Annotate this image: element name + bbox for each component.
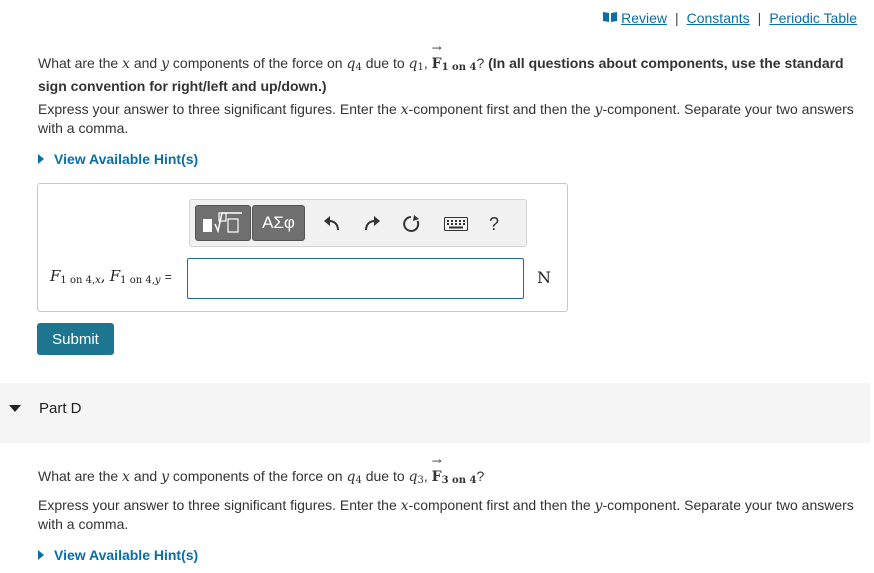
chevron-down-icon[interactable]: [9, 405, 21, 412]
answer-label: F1 on 4,x, F1 on 4,y =: [50, 267, 172, 286]
undo-icon[interactable]: [318, 210, 346, 238]
question-text: What are the x and y components of the f…: [38, 454, 485, 486]
instruction-text: Express your answer to three significant…: [38, 101, 854, 136]
question-text: What are the x and y components of the f…: [38, 41, 844, 94]
view-hints-link[interactable]: View Available Hint(s): [38, 547, 198, 563]
periodic-table-link[interactable]: Periodic Table: [769, 10, 857, 26]
templates-icon: [203, 212, 242, 234]
redo-icon[interactable]: [358, 210, 386, 238]
link-separator: |: [757, 10, 762, 26]
answer-box: ΑΣφ ? F1 on 4,x, F1 on 4,y = N: [37, 183, 568, 312]
answer-input[interactable]: [187, 258, 524, 299]
math-toolbar: ΑΣφ ?: [189, 199, 527, 247]
templates-button[interactable]: [195, 205, 251, 241]
view-hints-link[interactable]: View Available Hint(s): [38, 151, 198, 167]
review-link[interactable]: Review: [621, 10, 667, 26]
help-icon[interactable]: ?: [480, 210, 508, 238]
resource-links: Review | Constants | Periodic Table: [602, 10, 857, 26]
submit-button[interactable]: Submit: [37, 323, 114, 355]
part-d-header[interactable]: Part D: [0, 383, 870, 443]
keyboard-icon[interactable]: [439, 210, 473, 238]
reset-icon[interactable]: [397, 210, 425, 238]
unit-label: N: [537, 268, 551, 287]
force-vector: → F: [431, 454, 442, 485]
link-separator: |: [674, 10, 679, 26]
part-title: Part D: [39, 400, 82, 417]
book-icon: [602, 10, 618, 26]
greek-symbols-button[interactable]: ΑΣφ: [252, 205, 305, 241]
constants-link[interactable]: Constants: [687, 10, 750, 26]
triangle-right-icon: [38, 154, 44, 164]
triangle-right-icon: [38, 550, 44, 560]
force-vector: → F: [431, 41, 442, 72]
instruction-text: Express your answer to three significant…: [38, 497, 854, 532]
